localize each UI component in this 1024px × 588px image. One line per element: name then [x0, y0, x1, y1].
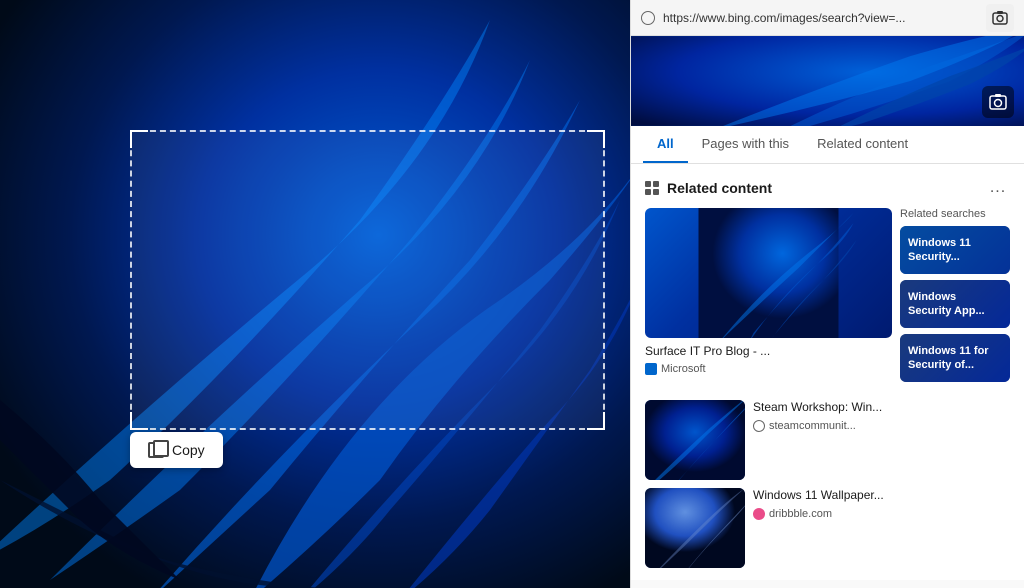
steam-source-text: steamcommunit... [769, 420, 856, 432]
result-card-steam[interactable]: Steam Workshop: Win... steamcommunit... [645, 400, 1010, 480]
url-text: https://www.bing.com/images/search?view=… [663, 11, 978, 25]
search-chip-1[interactable]: Windows 11 Security... [900, 226, 1010, 274]
main-card-source-text: Microsoft [661, 363, 706, 375]
lock-icon [641, 11, 655, 25]
related-searches-title: Related searches [900, 208, 1010, 220]
corner-handle-tl[interactable] [130, 130, 148, 148]
search-chip-3[interactable]: Windows 11 for Security of... [900, 334, 1010, 382]
dribbble-source-text: dribbble.com [769, 508, 832, 520]
corner-handle-tr[interactable] [587, 130, 605, 148]
microsoft-favicon [645, 363, 657, 375]
main-card-thumbnail [645, 208, 892, 338]
more-options-button[interactable]: ... [986, 176, 1010, 200]
dribbble-card-info: Windows 11 Wallpaper... dribbble.com [753, 488, 1010, 520]
dribbble-thumbnail [645, 488, 745, 568]
browser-sidebar: https://www.bing.com/images/search?view=… [630, 0, 1024, 588]
grid-icon [645, 181, 659, 195]
dribbble-favicon [753, 508, 765, 520]
search-chip-2[interactable]: Windows Security App... [900, 280, 1010, 328]
content-area[interactable]: Related content ... [631, 164, 1024, 588]
steam-thumbnail [645, 400, 745, 480]
globe-icon [753, 420, 765, 432]
more-results: Steam Workshop: Win... steamcommunit... [631, 400, 1024, 580]
steam-card-source: steamcommunit... [753, 420, 1010, 432]
steam-card-info: Steam Workshop: Win... steamcommunit... [753, 400, 1010, 432]
tab-bar: All Pages with this Related content [631, 126, 1024, 164]
tab-related-content[interactable]: Related content [803, 126, 922, 163]
result-card-dribbble[interactable]: Windows 11 Wallpaper... dribbble.com [645, 488, 1010, 568]
dribbble-card-title: Windows 11 Wallpaper... [753, 488, 1010, 504]
main-card-source: Microsoft [645, 363, 892, 375]
content-grid: Surface IT Pro Blog - ... Microsoft Rela… [631, 208, 1024, 400]
main-card-title: Surface IT Pro Blog - ... [645, 344, 892, 360]
selection-region[interactable] [130, 130, 605, 430]
visual-search-button[interactable] [986, 4, 1014, 32]
address-bar: https://www.bing.com/images/search?view=… [631, 0, 1024, 36]
dribbble-card-source: dribbble.com [753, 508, 1010, 520]
corner-handle-bl[interactable] [130, 412, 148, 430]
image-preview [631, 36, 1024, 126]
steam-card-title: Steam Workshop: Win... [753, 400, 1010, 416]
main-card-info: Surface IT Pro Blog - ... Microsoft [645, 338, 892, 375]
corner-handle-br[interactable] [587, 412, 605, 430]
section-title-text: Related content [667, 180, 772, 196]
section-title: Related content [645, 180, 772, 196]
visual-search-overlay[interactable] [982, 86, 1014, 118]
main-image-area: Copy [0, 0, 630, 588]
tab-all[interactable]: All [643, 126, 688, 163]
copy-button[interactable]: Copy [130, 432, 223, 468]
related-searches-panel: Related searches Windows 11 Security... … [900, 208, 1010, 388]
copy-icon [148, 442, 164, 458]
copy-button-label: Copy [172, 442, 205, 458]
tab-pages-with-this[interactable]: Pages with this [688, 126, 803, 163]
section-header: Related content ... [631, 164, 1024, 208]
main-result-card[interactable]: Surface IT Pro Blog - ... Microsoft [645, 208, 892, 388]
